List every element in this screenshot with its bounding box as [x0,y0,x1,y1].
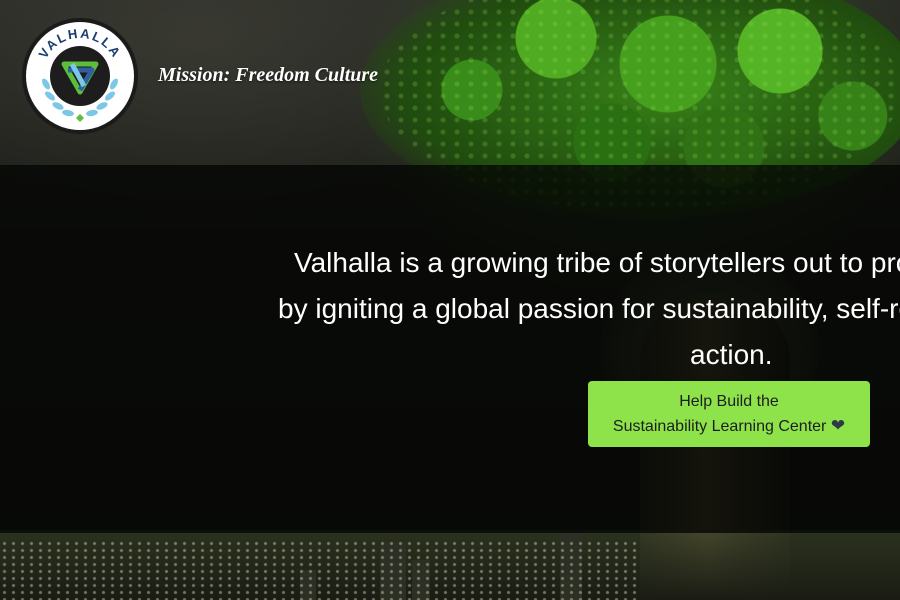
cta-line-2-wrap: Sustainability Learning Center ❤ [588,414,870,439]
mission-line-3: action. [690,339,773,370]
mission-line-2: by igniting a global passion for sustain… [278,293,900,324]
cta-line-2: Sustainability Learning Center [612,418,827,435]
valhalla-logo[interactable]: VALHALLA [22,18,138,134]
logo-emblem-icon: VALHALLA [28,24,132,128]
heart-icon: ❤ [830,416,846,435]
city-lights [0,540,640,600]
mission-line-1: Valhalla is a growing tribe of storytell… [294,247,900,278]
site-tagline: Mission: Freedom Culture [158,64,379,86]
help-build-button[interactable]: Help Build the Sustainability Learning C… [588,381,870,447]
cta-line-1: Help Build the [679,393,779,410]
site-header: VALHALLA Mission: Freedom Culture [0,0,900,165]
